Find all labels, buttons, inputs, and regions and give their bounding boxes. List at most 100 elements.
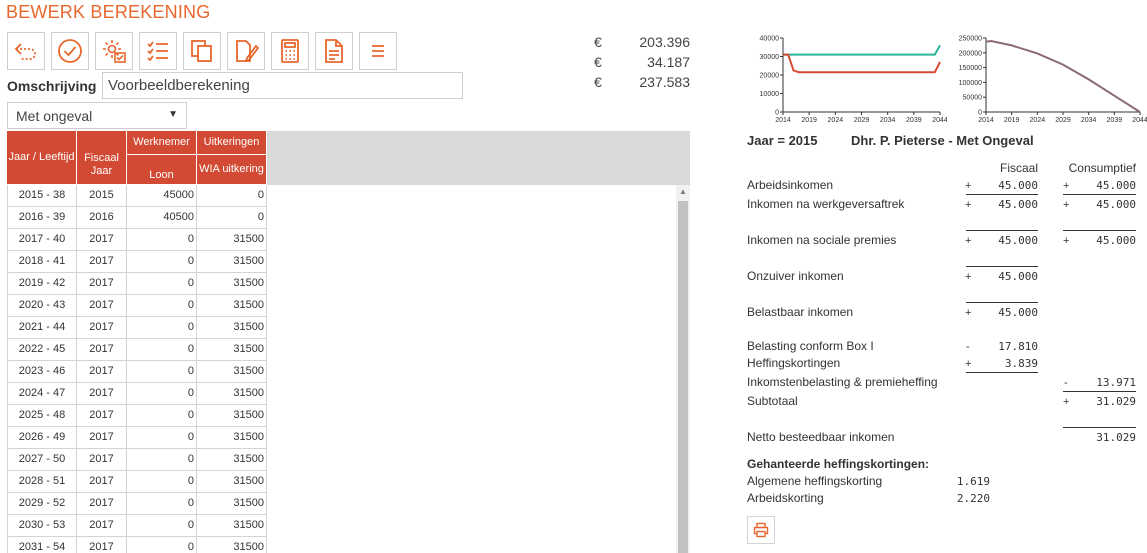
table-row[interactable]: 2021 - 44 2017 0 31500 <box>7 317 267 339</box>
cell-wia-uitkering[interactable]: 31500 <box>197 515 267 537</box>
approve-button[interactable] <box>51 32 89 70</box>
table-row[interactable]: 2020 - 43 2017 0 31500 <box>7 295 267 317</box>
table-row[interactable]: 2028 - 51 2017 0 31500 <box>7 471 267 493</box>
y-tick-label: 10000 <box>760 91 780 98</box>
y-tick-label: 150000 <box>959 65 982 72</box>
cell-loon[interactable]: 0 <box>127 229 197 251</box>
cell-loon[interactable]: 0 <box>127 537 197 553</box>
cell-wia-uitkering[interactable]: 31500 <box>197 471 267 493</box>
checklist-button[interactable] <box>139 32 177 70</box>
value-fiscaal: 45.000 <box>998 234 1038 247</box>
cell-loon[interactable]: 0 <box>127 251 197 273</box>
undo-button[interactable] <box>7 32 45 70</box>
cell-wia-uitkering[interactable]: 0 <box>197 185 267 207</box>
header-jaar-leeftijd[interactable]: Jaar / Leeftijd <box>7 131 77 185</box>
table-row[interactable]: 2025 - 48 2017 0 31500 <box>7 405 267 427</box>
currency-symbol: € <box>594 54 602 70</box>
cell-wia-uitkering[interactable]: 31500 <box>197 361 267 383</box>
header-wia-uitkering[interactable]: WIA uitkering <box>197 155 267 185</box>
table-row[interactable]: 2027 - 50 2017 0 31500 <box>7 449 267 471</box>
label-inkomstenbelasting: Inkomstenbelasting & premieheffing <box>747 375 938 389</box>
scenario-select-value: Met ongeval <box>16 108 93 124</box>
print-button[interactable] <box>747 516 775 544</box>
cell-wia-uitkering[interactable]: 31500 <box>197 493 267 515</box>
scenario-select[interactable]: Met ongeval ▼ <box>7 102 187 129</box>
cell-loon[interactable]: 0 <box>127 317 197 339</box>
copy-icon <box>191 40 212 62</box>
table-row[interactable]: 2026 - 49 2017 0 31500 <box>7 427 267 449</box>
y-tick-label: 30000 <box>760 54 780 61</box>
settings-button[interactable] <box>95 32 133 70</box>
cell-wia-uitkering[interactable]: 31500 <box>197 383 267 405</box>
cell-wia-uitkering[interactable]: 31500 <box>197 537 267 553</box>
table-row[interactable]: 2017 - 40 2017 0 31500 <box>7 229 267 251</box>
menu-button[interactable] <box>359 32 397 70</box>
table-row[interactable]: 2018 - 41 2017 0 31500 <box>7 251 267 273</box>
cell-wia-uitkering[interactable]: 31500 <box>197 251 267 273</box>
cell-loon[interactable]: 0 <box>127 295 197 317</box>
cell-loon[interactable]: 0 <box>127 339 197 361</box>
y-tick-label: 200000 <box>959 50 982 57</box>
sum-line <box>1063 391 1136 392</box>
omschrijving-input[interactable] <box>102 72 463 99</box>
cell-fiscaal-jaar: 2015 <box>77 185 127 207</box>
cell-loon[interactable]: 0 <box>127 405 197 427</box>
x-tick-label: 2039 <box>906 117 922 124</box>
table-row[interactable]: 2024 - 47 2017 0 31500 <box>7 383 267 405</box>
cell-loon[interactable]: 0 <box>127 427 197 449</box>
cell-wia-uitkering[interactable]: 31500 <box>197 339 267 361</box>
cell-loon[interactable]: 0 <box>127 273 197 295</box>
cell-loon[interactable]: 0 <box>127 493 197 515</box>
summary-name: Dhr. P. Pieterse - Met Ongeval <box>851 133 1034 148</box>
cell-wia-uitkering[interactable]: 31500 <box>197 427 267 449</box>
label-arbeidsinkomen: Arbeidsinkomen <box>747 178 834 192</box>
series-line <box>783 44 941 56</box>
copy-button[interactable] <box>183 32 221 70</box>
cell-wia-uitkering[interactable]: 0 <box>197 207 267 229</box>
table-row[interactable]: 2023 - 46 2017 0 31500 <box>7 361 267 383</box>
value-consumptief: 31.029 <box>1096 395 1136 408</box>
cell-wia-uitkering[interactable]: 31500 <box>197 295 267 317</box>
label-belastbaar: Belastbaar inkomen <box>747 305 854 319</box>
cell-loon[interactable]: 0 <box>127 383 197 405</box>
cell-wia-uitkering[interactable]: 31500 <box>197 229 267 251</box>
cell-jaar-leeftijd: 2016 - 39 <box>7 207 77 229</box>
table-row[interactable]: 2031 - 54 2017 0 31500 <box>7 537 267 553</box>
table-row[interactable]: 2015 - 38 2015 45000 0 <box>7 185 267 207</box>
table-row[interactable]: 2019 - 42 2017 0 31500 <box>7 273 267 295</box>
table-row[interactable]: 2016 - 39 2016 40500 0 <box>7 207 267 229</box>
cell-loon[interactable]: 45000 <box>127 185 197 207</box>
y-tick-label: 20000 <box>760 73 780 80</box>
header-fiscaal-jaar[interactable]: Fiscaal Jaar <box>77 131 127 185</box>
scroll-up-icon[interactable]: ▲ <box>679 187 687 196</box>
cell-fiscaal-jaar: 2017 <box>77 339 127 361</box>
cell-loon[interactable]: 0 <box>127 449 197 471</box>
cell-fiscaal-jaar: 2017 <box>77 537 127 553</box>
cell-wia-uitkering[interactable]: 31500 <box>197 317 267 339</box>
cell-loon[interactable]: 40500 <box>127 207 197 229</box>
x-tick-label: 2039 <box>1107 117 1123 124</box>
value-fiscaal: 45.000 <box>998 270 1038 283</box>
value-fiscaal: 45.000 <box>998 306 1038 319</box>
table-row[interactable]: 2022 - 45 2017 0 31500 <box>7 339 267 361</box>
cell-wia-uitkering[interactable]: 31500 <box>197 405 267 427</box>
cell-jaar-leeftijd: 2018 - 41 <box>7 251 77 273</box>
cell-loon[interactable]: 0 <box>127 361 197 383</box>
cell-wia-uitkering[interactable]: 31500 <box>197 449 267 471</box>
calculator-button[interactable] <box>271 32 309 70</box>
edit-button[interactable] <box>227 32 265 70</box>
scrollbar-thumb[interactable] <box>678 201 688 553</box>
check-circle-icon <box>58 39 82 63</box>
cell-wia-uitkering[interactable]: 31500 <box>197 273 267 295</box>
sign: + <box>965 199 972 211</box>
sign: + <box>965 235 972 247</box>
sign: + <box>965 180 972 192</box>
header-loon[interactable]: Loon <box>127 155 197 185</box>
value-fiscaal: 3.839 <box>1004 357 1038 370</box>
table-row[interactable]: 2030 - 53 2017 0 31500 <box>7 515 267 537</box>
cell-loon[interactable]: 0 <box>127 471 197 493</box>
cell-fiscaal-jaar: 2017 <box>77 383 127 405</box>
table-row[interactable]: 2029 - 52 2017 0 31500 <box>7 493 267 515</box>
cell-loon[interactable]: 0 <box>127 515 197 537</box>
document-button[interactable] <box>315 32 353 70</box>
